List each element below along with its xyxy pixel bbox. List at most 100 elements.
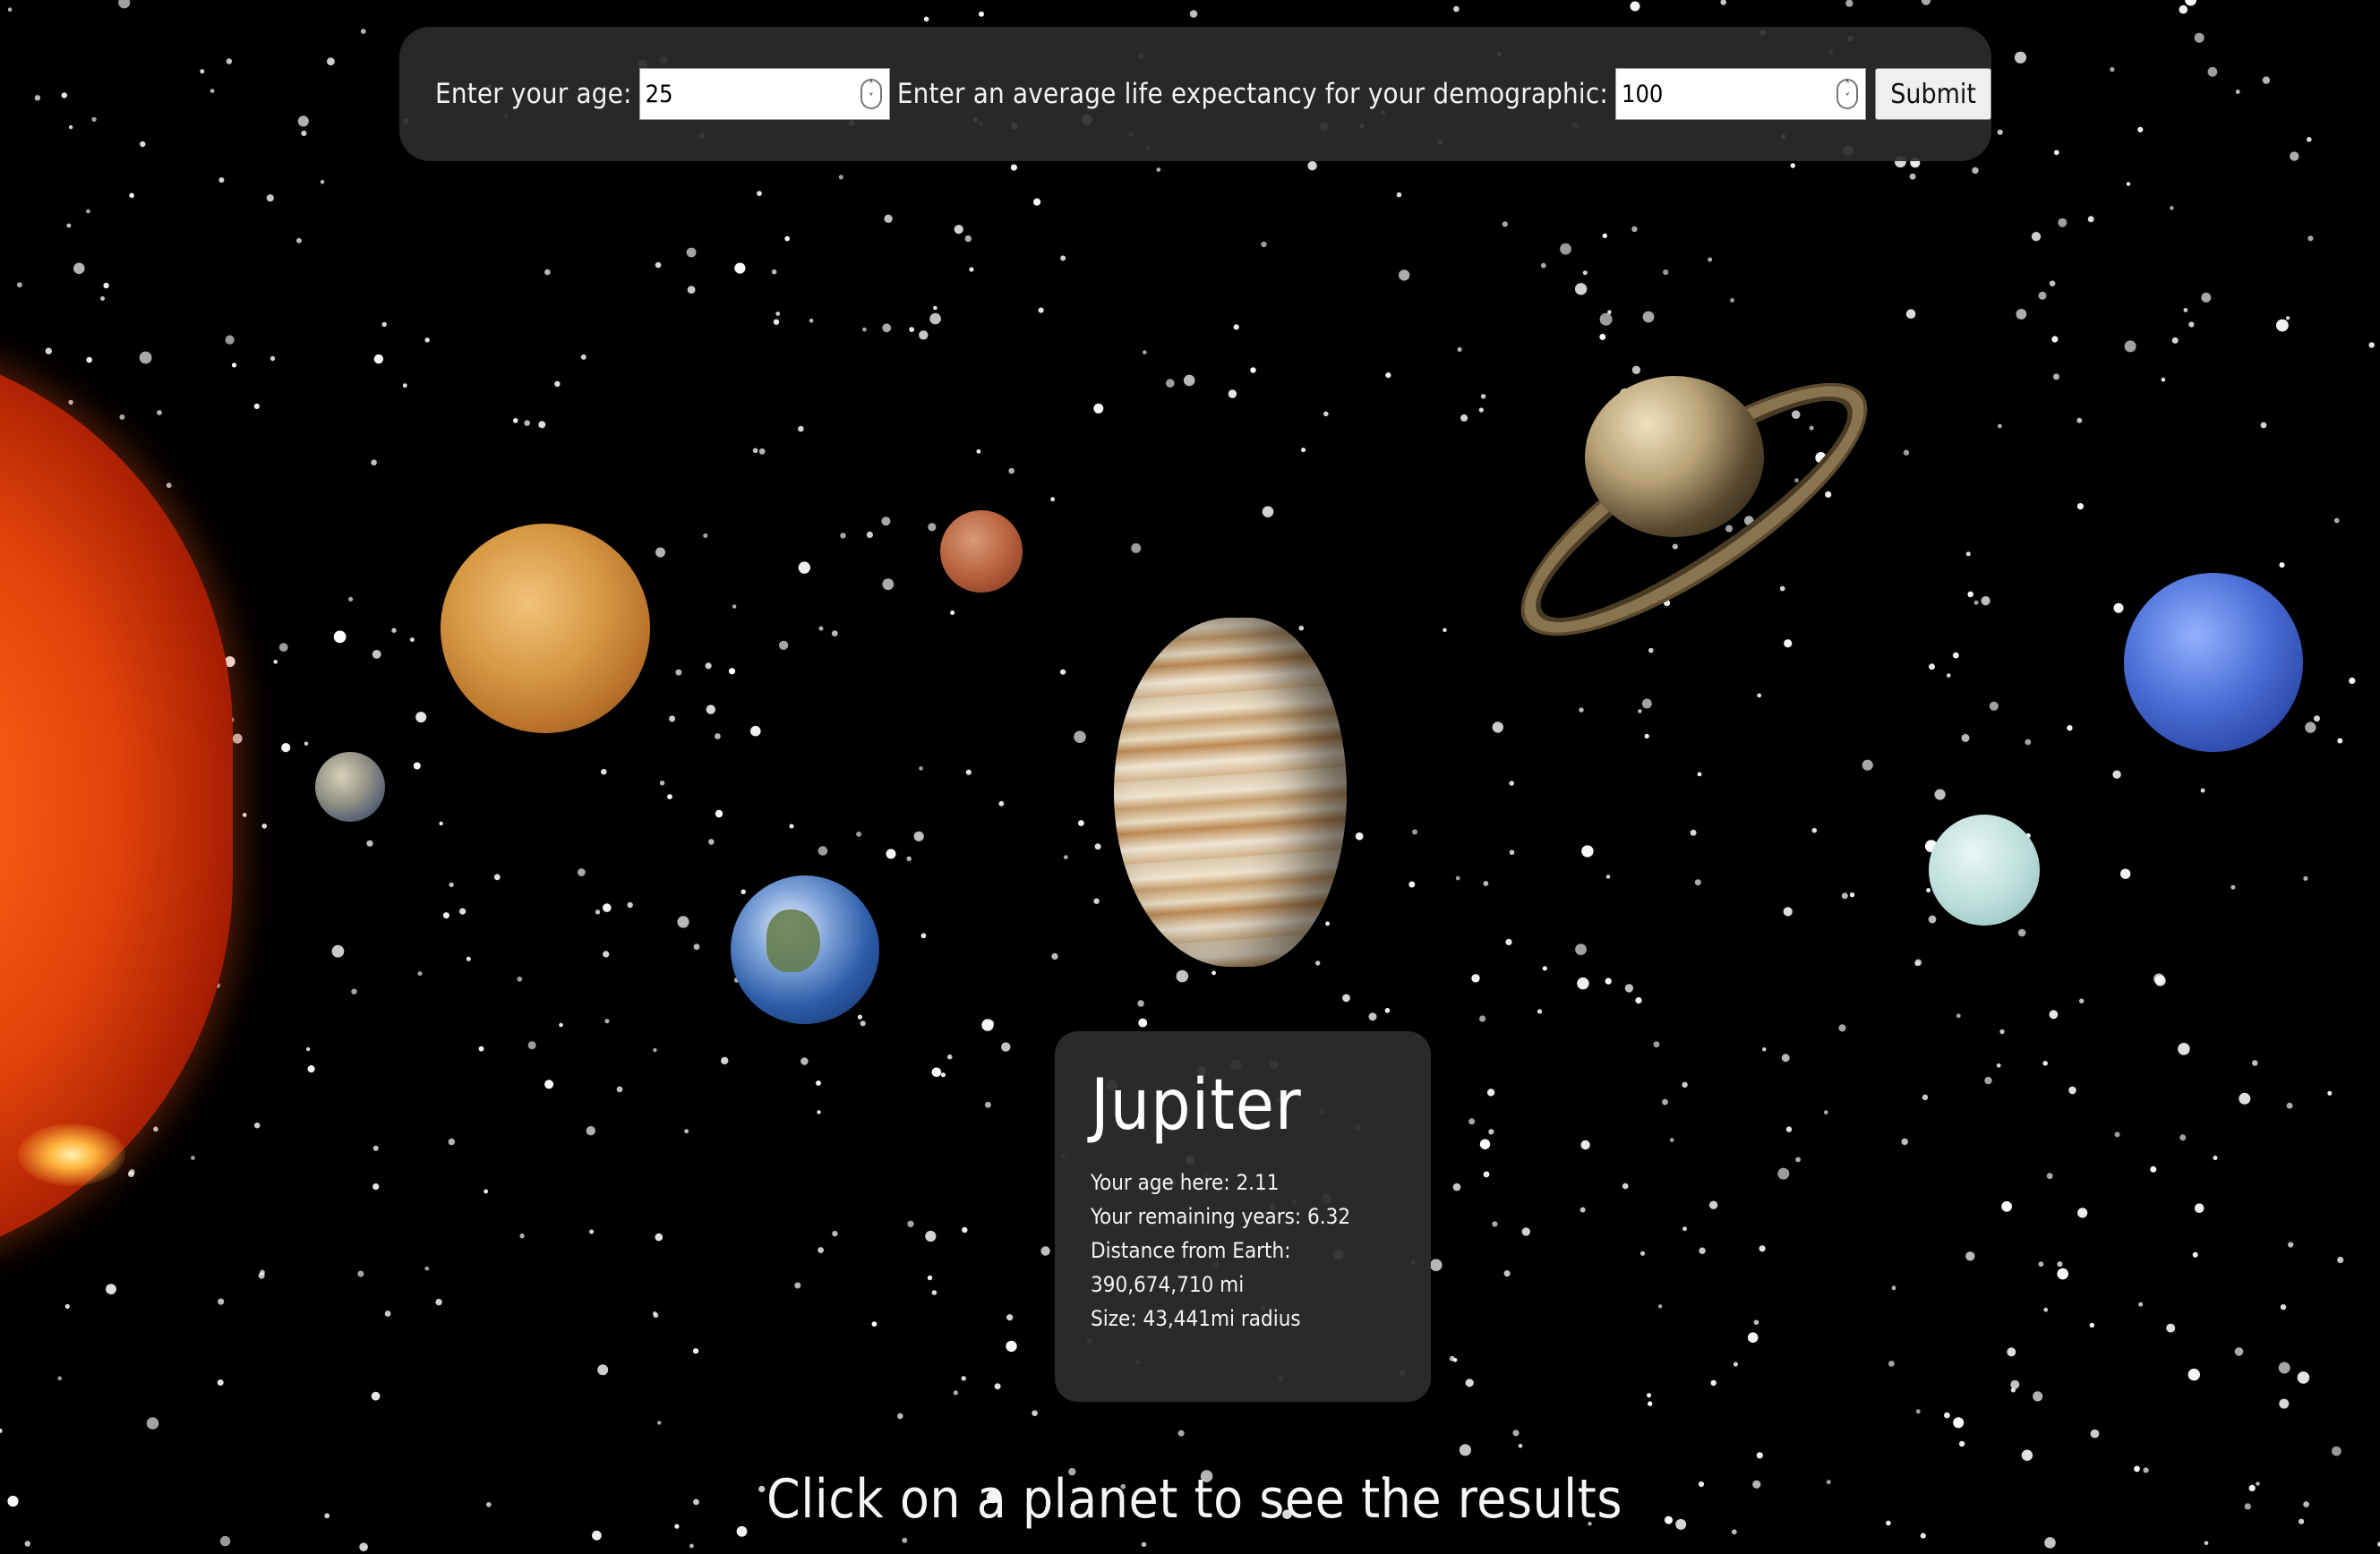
star	[381, 321, 387, 328]
star	[484, 1189, 488, 1194]
life-expectancy-spinner-icon[interactable]: ˄ ˅	[1836, 79, 1859, 109]
star	[1926, 888, 1931, 892]
star	[882, 323, 892, 333]
star	[2089, 1322, 2094, 1328]
star	[1050, 497, 1055, 502]
neptune-planet[interactable]	[2124, 573, 2303, 752]
star	[1183, 374, 1195, 387]
star	[559, 1022, 563, 1028]
star	[2183, 308, 2188, 312]
age-form: Enter your age: ˄˅ Enter an average life…	[399, 27, 1991, 161]
uranus-planet[interactable]	[1929, 815, 2040, 926]
star	[627, 901, 633, 909]
star	[1577, 977, 1589, 990]
star	[929, 312, 941, 325]
star	[1663, 269, 1669, 276]
venus-planet[interactable]	[441, 524, 650, 733]
star	[1141, 1541, 1147, 1548]
star	[1845, 0, 1853, 7]
star	[752, 448, 758, 454]
star	[1642, 311, 1655, 323]
star	[2010, 1388, 2016, 1393]
star	[946, 1054, 953, 1060]
star	[800, 1057, 809, 1065]
star	[1488, 1129, 1494, 1135]
star	[1929, 663, 1935, 670]
saturn-planet[interactable]	[1585, 376, 1764, 537]
star	[728, 668, 736, 675]
star	[732, 604, 737, 609]
star	[16, 282, 22, 288]
star	[2166, 1323, 2176, 1333]
star	[1038, 307, 1044, 313]
mars-planet[interactable]	[940, 510, 1023, 593]
star	[2025, 739, 2032, 746]
star	[1708, 1200, 1718, 1209]
star	[1753, 1319, 1759, 1325]
star	[2194, 1203, 2204, 1213]
star	[1981, 596, 1990, 606]
star	[734, 262, 746, 274]
star	[2112, 770, 2121, 779]
info-age-here: Your age here: 2.11	[1091, 1170, 1280, 1195]
jupiter-planet[interactable]	[1114, 618, 1347, 967]
star	[1156, 167, 1161, 173]
star	[809, 318, 814, 323]
star	[127, 1171, 134, 1177]
star	[544, 269, 551, 276]
star	[965, 769, 972, 775]
mercury-planet[interactable]	[315, 752, 385, 822]
star	[1430, 1259, 1443, 1271]
star	[603, 951, 610, 958]
star	[693, 944, 700, 951]
star	[1944, 1412, 1950, 1419]
star	[0, 1428, 3, 1433]
star	[1492, 722, 1504, 733]
star	[2113, 602, 2124, 613]
star	[2337, 738, 2343, 744]
star	[1999, 1029, 2005, 1035]
star	[2179, 4, 2188, 14]
star	[1460, 414, 1468, 422]
star	[2327, 1090, 2333, 1096]
earth-planet[interactable]	[731, 875, 879, 1024]
star	[2049, 1010, 2059, 1020]
star	[2046, 1173, 2053, 1180]
star	[1759, 1245, 1766, 1252]
star	[219, 1535, 231, 1547]
star	[2076, 417, 2083, 423]
star	[586, 1126, 595, 1136]
star	[1838, 1024, 1846, 1032]
star	[225, 335, 235, 345]
star	[1973, 600, 1979, 605]
star	[818, 1247, 824, 1253]
star	[2077, 1208, 2088, 1218]
submit-button[interactable]: Submit	[1875, 68, 1991, 120]
age-spinner-icon[interactable]: ˄ ˅	[860, 79, 882, 109]
star	[266, 194, 274, 202]
star	[106, 1284, 116, 1294]
star	[923, 16, 929, 22]
star	[686, 247, 697, 258]
star	[1540, 262, 1546, 269]
star	[2278, 1362, 2290, 1374]
star	[1575, 944, 1587, 955]
star	[1051, 952, 1058, 960]
star	[1905, 309, 1916, 320]
age-input[interactable]	[639, 69, 889, 119]
star	[459, 908, 467, 915]
star	[757, 191, 762, 197]
star	[1131, 542, 1142, 553]
star	[2021, 1449, 2033, 1461]
info-size: Size: 43,441mi radius	[1091, 1306, 1301, 1331]
star	[254, 1123, 261, 1129]
star	[779, 640, 789, 651]
star	[1189, 10, 1198, 18]
life-expectancy-input[interactable]	[1616, 69, 1866, 119]
star	[1301, 448, 1306, 453]
star	[1903, 449, 1910, 456]
star	[962, 1226, 968, 1234]
star	[1368, 1012, 1377, 1021]
star	[1996, 1063, 2001, 1068]
star	[1465, 1379, 1474, 1388]
